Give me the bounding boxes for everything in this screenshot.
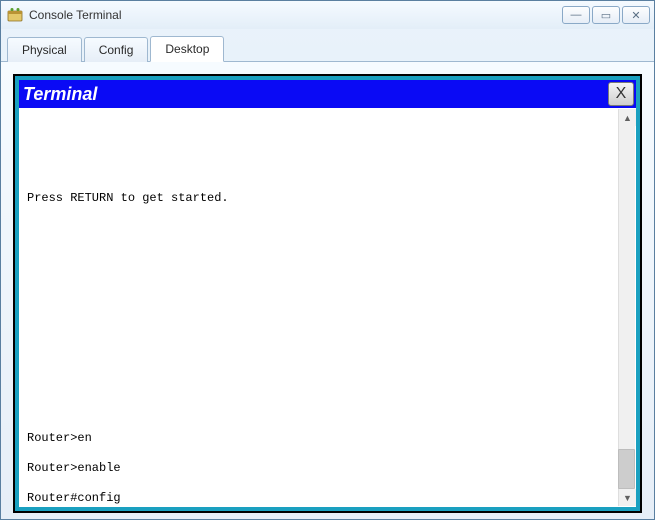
window-controls: — ▭ ✕ — [562, 6, 650, 24]
titlebar: Console Terminal — ▭ ✕ — [1, 1, 654, 29]
terminal-line: Press RETURN to get started. — [27, 191, 616, 206]
app-window: Console Terminal — ▭ ✕ Physical Config D… — [0, 0, 655, 520]
tabstrip: Physical Config Desktop — [1, 29, 654, 62]
chevron-up-icon: ▲ — [623, 113, 632, 123]
terminal-title: Terminal — [23, 84, 97, 105]
scroll-up-button[interactable]: ▲ — [619, 109, 636, 126]
terminal-panel: Terminal X Press RETURN to get started. … — [13, 74, 642, 513]
tab-config[interactable]: Config — [84, 37, 149, 62]
terminal-header: Terminal X — [19, 80, 636, 108]
tab-label: Physical — [22, 43, 67, 57]
titlebar-left: Console Terminal — [7, 7, 122, 23]
maximize-icon: ▭ — [601, 9, 611, 22]
maximize-button[interactable]: ▭ — [592, 6, 620, 24]
scrollbar-vertical[interactable]: ▲ ▼ — [618, 109, 635, 506]
tab-label: Config — [99, 43, 134, 57]
app-icon — [7, 7, 23, 23]
chevron-down-icon: ▼ — [623, 493, 632, 503]
terminal-line: Router#config — [27, 491, 616, 506]
window-title: Console Terminal — [29, 8, 122, 22]
terminal-line: Router>en — [27, 431, 616, 446]
terminal-line: Router>enable — [27, 461, 616, 476]
scroll-thumb[interactable] — [618, 449, 635, 489]
tab-desktop[interactable]: Desktop — [150, 36, 224, 62]
minimize-button[interactable]: — — [562, 6, 590, 24]
tab-label: Desktop — [165, 42, 209, 56]
content-area: Terminal X Press RETURN to get started. … — [1, 62, 654, 519]
blank-space — [27, 221, 616, 416]
terminal-output[interactable]: Press RETURN to get started. Router>en R… — [19, 108, 636, 507]
close-icon: X — [616, 85, 627, 103]
close-icon: ✕ — [631, 9, 640, 22]
close-button[interactable]: ✕ — [622, 6, 650, 24]
scroll-down-button[interactable]: ▼ — [619, 489, 636, 506]
terminal-close-button[interactable]: X — [608, 82, 634, 106]
tab-physical[interactable]: Physical — [7, 37, 82, 62]
minimize-icon: — — [571, 9, 582, 21]
terminal-body-wrap: Press RETURN to get started. Router>en R… — [19, 108, 636, 507]
blank-space — [27, 131, 616, 176]
